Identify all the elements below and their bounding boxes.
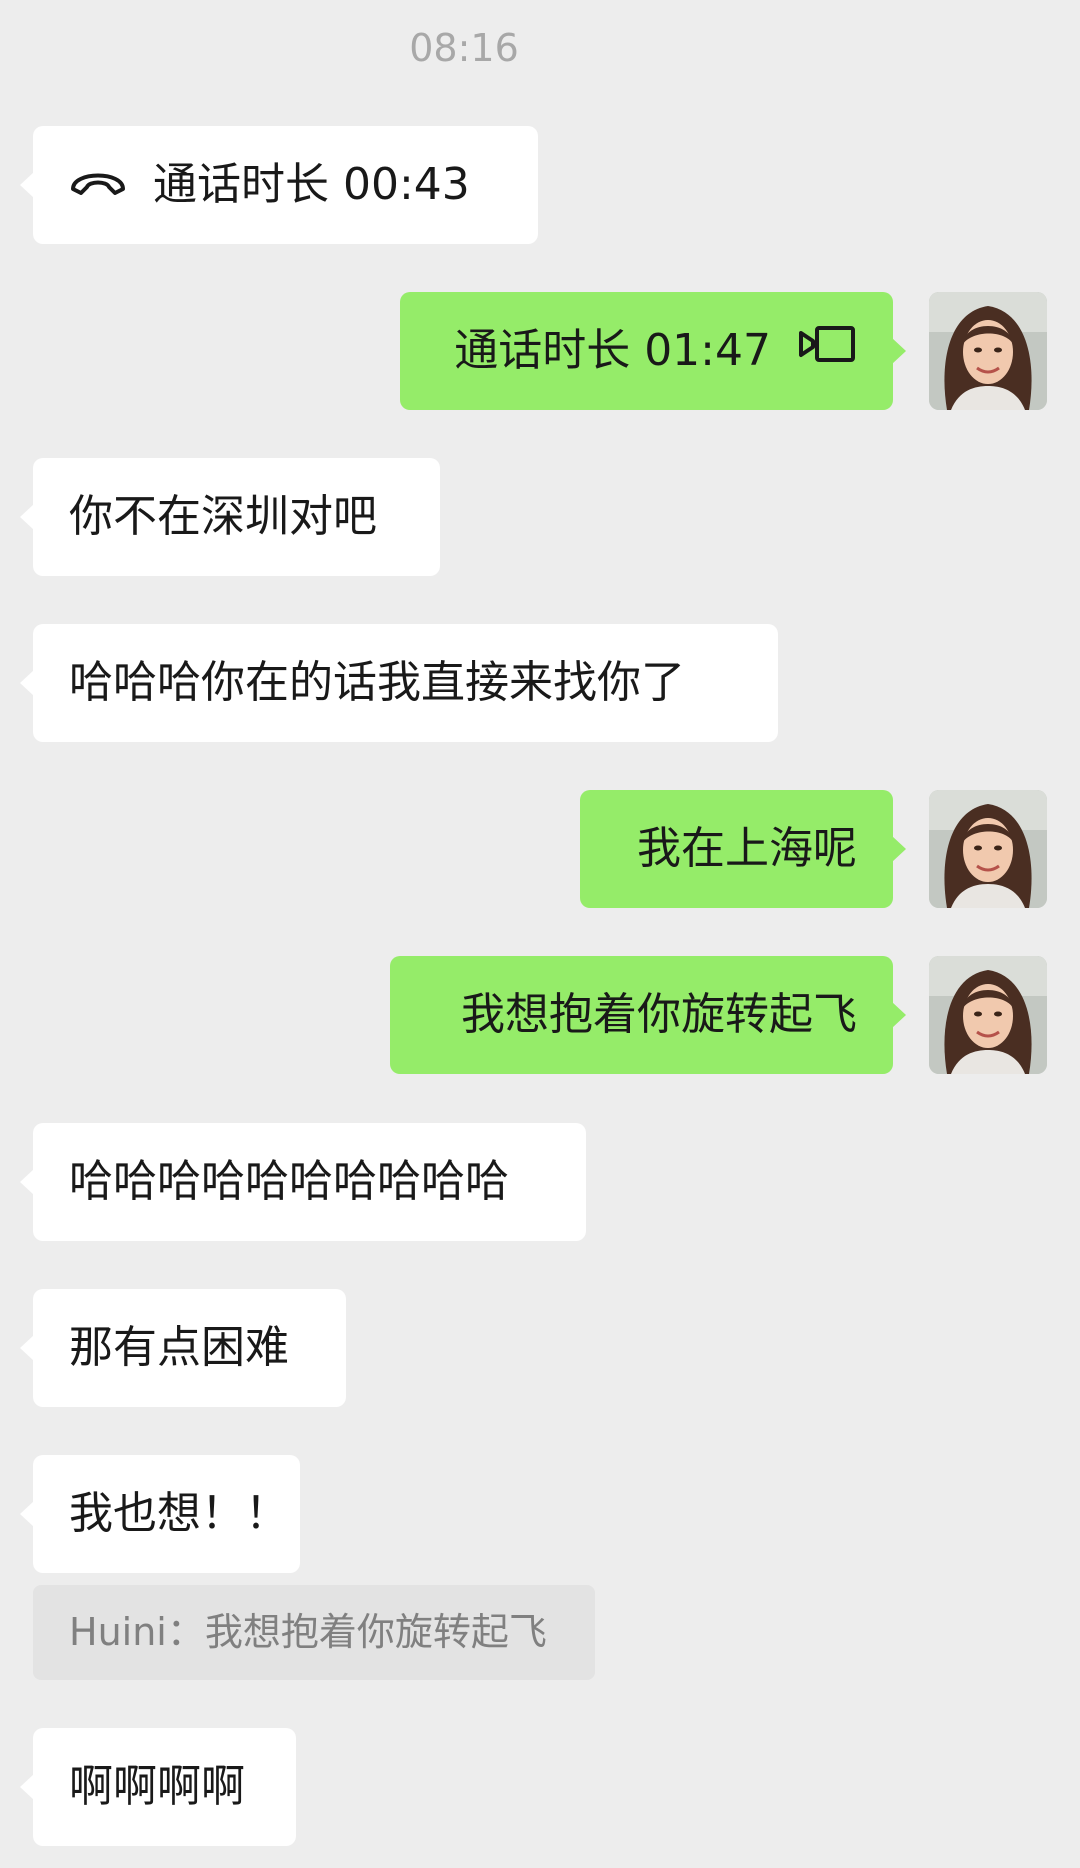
video-camera-icon	[797, 290, 857, 408]
message-text: 哈哈哈哈哈哈哈哈哈哈	[69, 1156, 509, 1207]
call-duration-text: 通话时长 01:47	[454, 325, 771, 376]
incoming-message-bubble[interactable]: 哈哈哈哈哈哈哈哈哈哈	[20, 1123, 586, 1241]
incoming-message-bubble[interactable]: 我也想！！	[20, 1455, 300, 1573]
outgoing-call-record-bubble[interactable]: 通话时长 01:47	[400, 290, 906, 410]
message-text: 哈哈哈你在的话我直接来找你了	[69, 657, 685, 708]
outgoing-message-bubble[interactable]: 我在上海呢	[580, 790, 906, 908]
outgoing-message-bubble[interactable]: 我想抱着你旋转起飞	[390, 956, 906, 1074]
message-text: 啊啊啊啊	[69, 1761, 245, 1812]
message-text: 你不在深圳对吧	[69, 491, 377, 542]
incoming-call-record-bubble[interactable]: 通话时长 00:43	[20, 124, 538, 244]
message-text: 我想抱着你旋转起飞	[461, 989, 857, 1040]
chat-timestamp: 08:16	[409, 26, 519, 70]
my-avatar[interactable]	[929, 956, 1047, 1074]
incoming-message-bubble[interactable]: 哈哈哈你在的话我直接来找你了	[20, 624, 778, 742]
quote-text: Huini：我想抱着你旋转起飞	[69, 1610, 547, 1654]
phone-hangup-icon	[69, 124, 127, 242]
incoming-message-bubble[interactable]: 啊啊啊啊	[20, 1728, 296, 1846]
message-text: 我也想！！	[69, 1488, 289, 1539]
message-text: 我在上海呢	[637, 823, 857, 874]
message-text: 那有点困难	[69, 1322, 289, 1373]
my-avatar[interactable]	[929, 790, 1047, 908]
call-duration-text: 通话时长 00:43	[153, 159, 470, 210]
incoming-message-bubble[interactable]: 那有点困难	[20, 1289, 346, 1407]
quoted-message-reference[interactable]: Huini：我想抱着你旋转起飞	[33, 1585, 595, 1680]
incoming-message-bubble[interactable]: 你不在深圳对吧	[20, 458, 440, 576]
my-avatar[interactable]	[929, 292, 1047, 410]
